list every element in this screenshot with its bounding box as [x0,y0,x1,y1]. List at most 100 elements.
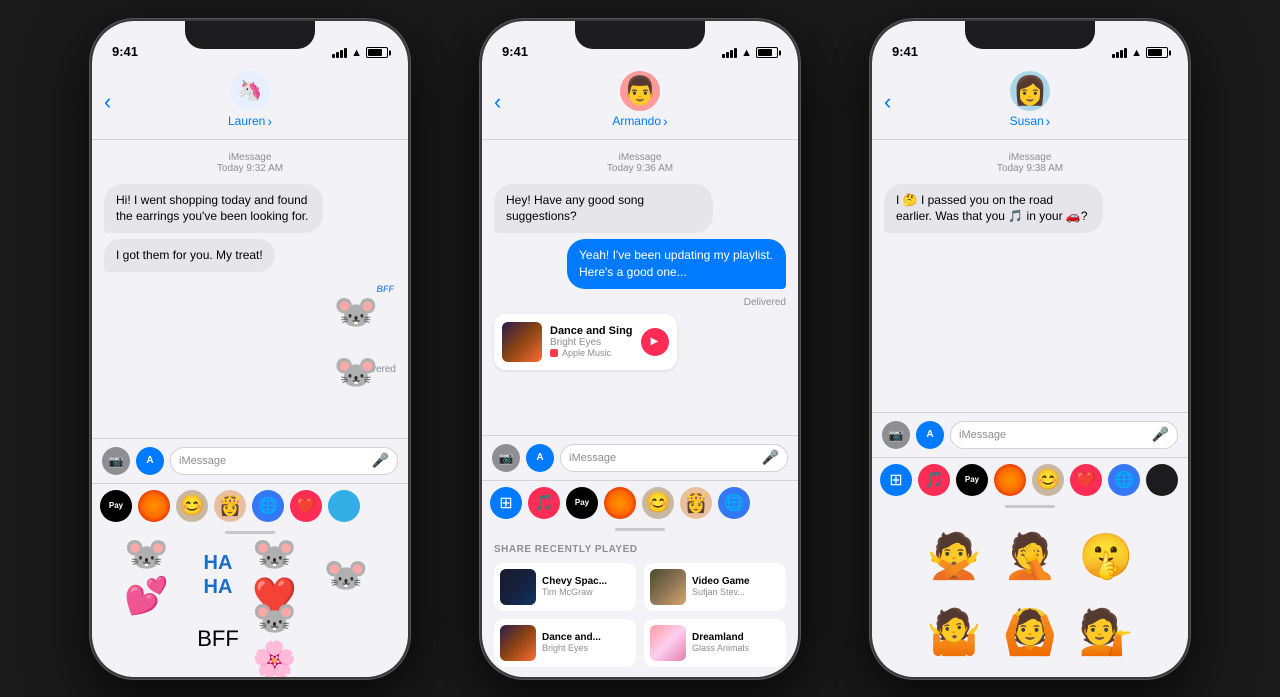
sticker-icon-4[interactable]: 👸 [680,487,712,519]
phone-screen-2: 9:41 ▲ ‹ 👨 Armando [482,21,798,677]
globe-icon-3[interactable]: 🌐 [1108,464,1140,496]
bubble-2: I got them for you. My treat! [104,239,275,272]
share-title-3: Dance and... [542,632,601,643]
input-placeholder-1: iMessage [179,455,226,467]
sticker-3[interactable]: 🐭❤️ [252,545,312,605]
battery-1 [366,47,388,58]
input-placeholder-3: iMessage [959,429,1006,441]
sticker-icon-3[interactable]: 😊 [642,487,674,519]
memoji-3[interactable]: 🤫 [1071,521,1141,591]
bar2-3 [1116,52,1119,58]
message-row-5: I 🤔 I passed you on the road earlier. Wa… [884,184,1176,234]
status-icons-1: ▲ [332,47,388,59]
delivered-2: Delivered [494,297,786,308]
battery-3 [1146,47,1168,58]
bar4-3 [1124,48,1127,58]
timestamp-1: iMessageToday 9:32 AM [104,152,396,174]
apple-pay-icon-2[interactable]: Pay [566,487,598,519]
music-icon-2[interactable]: 🎵 [528,487,560,519]
power-btn [408,191,410,261]
music-card[interactable]: Dance and Sing Bright Eyes Apple Music ▶ [494,314,677,370]
sticker-4[interactable]: 🐭 [316,545,376,605]
music-icon-3[interactable]: 🎵 [918,464,950,496]
share-info-1: Chevy Spac... Tim McGraw [542,576,607,597]
apps-btn-3[interactable]: A [916,421,944,449]
bar4-2 [734,48,737,58]
apps-icon-2[interactable]: ⊞ [490,487,522,519]
phone-frame-2: 9:41 ▲ ‹ 👨 Armando [480,19,800,679]
message-input-3[interactable]: iMessage 🎤 [950,421,1178,449]
camera-btn-1[interactable]: 📷 [102,447,130,475]
heart-icon-3[interactable]: ❤️ [1070,464,1102,496]
rainbow-icon-2[interactable] [604,487,636,519]
sticker-6[interactable]: 🐭🌸 [252,609,312,669]
scroll-indicator-3 [1005,505,1055,508]
back-button-2[interactable]: ‹ [494,91,501,113]
share-thumb-1 [500,569,536,605]
messages-area-3: iMessageToday 9:38 AM I 🤔 I passed you o… [872,140,1188,412]
share-item-3[interactable]: Dance and... Bright Eyes [494,619,636,667]
message-input-2[interactable]: iMessage 🎤 [560,444,788,472]
camera-btn-2[interactable]: 📷 [492,444,520,472]
music-thumb [502,322,542,362]
status-time-3: 9:41 [892,44,918,59]
messages-area-1: iMessageToday 9:32 AM Hi! I went shoppin… [92,140,408,438]
contact-name-1[interactable]: Lauren [228,113,272,129]
sticker-icon-1[interactable]: 😊 [176,490,208,522]
share-item-2[interactable]: Video Game Sufjan Stev... [644,563,786,611]
apps-btn-1[interactable]: A [136,447,164,475]
status-icons-2: ▲ [722,47,778,59]
sticker-1[interactable]: 🐭💕 [124,545,184,605]
music-icon-1[interactable] [138,490,170,522]
audio-btn-1[interactable]: 🎤 [372,452,389,469]
sticker-2[interactable]: HAHA [188,545,248,605]
message-input-1[interactable]: iMessage 🎤 [170,447,398,475]
status-time-1: 9:41 [112,44,138,59]
share-grid: Chevy Spac... Tim McGraw Video Game Sufj… [494,563,786,667]
memoji-2[interactable]: 🤦 [995,521,1065,591]
share-item-1[interactable]: Chevy Spac... Tim McGraw [494,563,636,611]
power-btn-2 [798,191,800,261]
signal-3 [1112,47,1127,58]
heart-icon-1[interactable]: ❤️ [290,490,322,522]
sticker-panel-1: 🐭💕 HAHA 🐭❤️ 🐭 BFF 🐭🌸 [92,537,408,677]
share-info-4: Dreamland Glass Animals [692,632,749,653]
apps-btn-2[interactable]: A [526,444,554,472]
wifi-icon-3: ▲ [1131,47,1142,59]
memoji-4[interactable]: 🤷 [919,597,989,667]
blue-icon-1[interactable] [328,490,360,522]
back-button-3[interactable]: ‹ [884,91,891,113]
share-info-3: Dance and... Bright Eyes [542,632,601,653]
dark-icon-3[interactable] [1146,464,1178,496]
sticker-icon-2[interactable]: 👸 [214,490,246,522]
apple-pay-icon-3[interactable]: Pay [956,464,988,496]
bar1-3 [1112,54,1115,58]
memoji-5[interactable]: 🙆 [995,597,1065,667]
bar3-2 [730,50,733,58]
sticker-icon-5[interactable]: 😊 [1032,464,1064,496]
apps-bar-3: ⊞ 🎵 Pay 😊 ❤️ 🌐 [872,457,1188,502]
apple-pay-icon-1[interactable]: Pay [100,490,132,522]
memoji-1[interactable]: 🙅 [919,521,989,591]
back-button-1[interactable]: ‹ [104,91,111,113]
globe-icon-1[interactable]: 🌐 [252,490,284,522]
share-thumb-4 [650,625,686,661]
apps-icon-3[interactable]: ⊞ [880,464,912,496]
share-item-4[interactable]: Dreamland Glass Animals [644,619,786,667]
bar4 [344,48,347,58]
chat-header-2: ‹ 👨 Armando [482,65,798,140]
rainbow-icon-3[interactable] [994,464,1026,496]
camera-btn-3[interactable]: 📷 [882,421,910,449]
music-source-text: Apple Music [562,348,611,358]
play-button[interactable]: ▶ [641,328,669,356]
scroll-indicator-2 [615,528,665,531]
sticker-5[interactable]: BFF [188,609,248,669]
contact-name-3[interactable]: Susan [1010,113,1051,129]
memoji-6[interactable]: 💁 [1071,597,1141,667]
globe-icon-2[interactable]: 🌐 [718,487,750,519]
audio-btn-3[interactable]: 🎤 [1152,426,1169,443]
phone-3: 9:41 ▲ ‹ 👩 Susan [835,0,1225,697]
phone-frame-3: 9:41 ▲ ‹ 👩 Susan [870,19,1190,679]
contact-name-2[interactable]: Armando [612,113,667,129]
audio-btn-2[interactable]: 🎤 [762,449,779,466]
